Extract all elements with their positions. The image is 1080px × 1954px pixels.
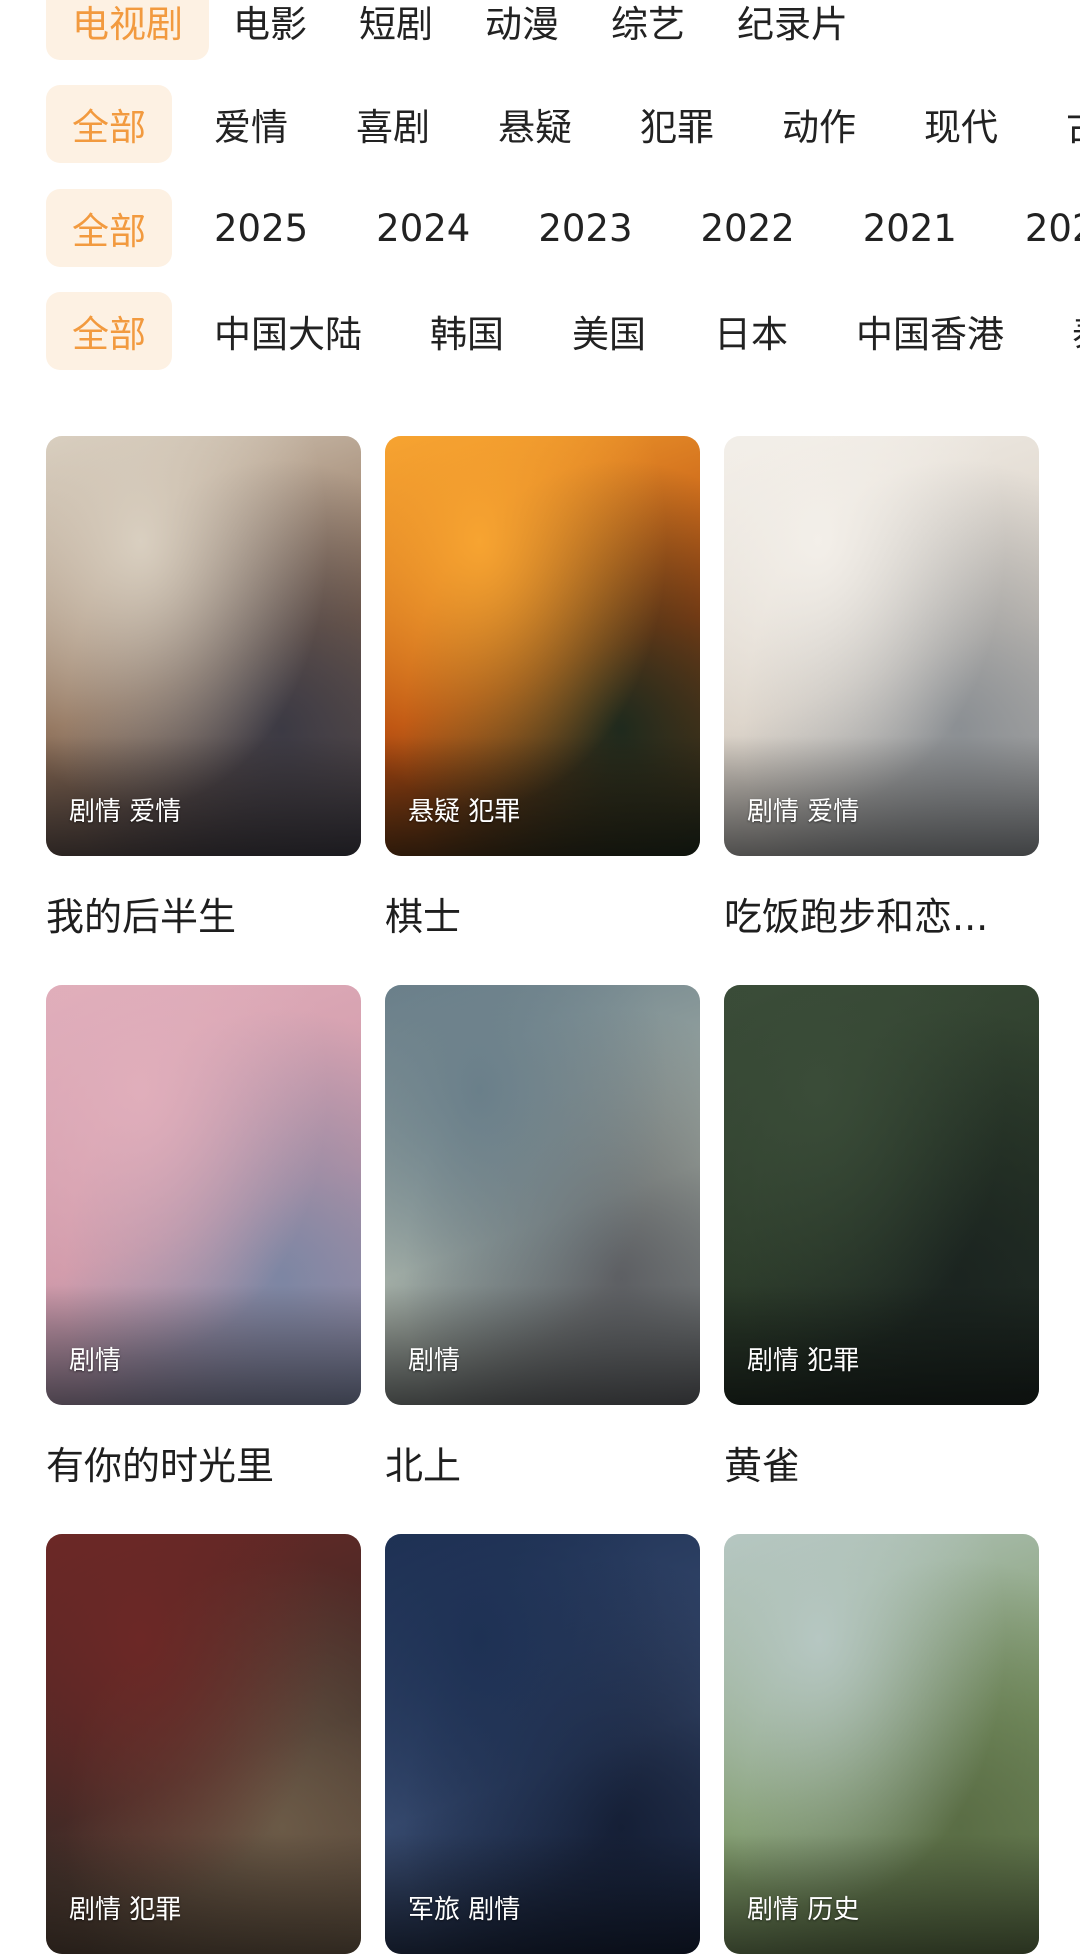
show-card[interactable]: 剧情 历史 (724, 1534, 1039, 1954)
year-chip-6[interactable]: 2020 (999, 189, 1080, 267)
region-chip-5[interactable]: 中国香港 (830, 292, 1030, 370)
genre-tags: 剧情 犯罪 (747, 1346, 860, 1376)
year-chip-0[interactable]: 全部 (46, 189, 172, 267)
genre-tags: 军旅 剧情 (408, 1895, 521, 1925)
show-card[interactable]: 剧情北上 (385, 985, 700, 1490)
year-chip-4[interactable]: 2022 (675, 189, 821, 267)
genre-tags: 剧情 爱情 (69, 797, 182, 827)
year-chip-3[interactable]: 2023 (512, 189, 658, 267)
show-poster[interactable]: 剧情 爱情 (724, 436, 1039, 856)
show-card[interactable]: 剧情有你的时光里 (46, 985, 361, 1490)
type-filter-row: 电视剧 电影 短剧 动漫 综艺 纪录片 (46, 0, 1080, 61)
genre-tags: 剧情 爱情 (747, 797, 860, 827)
region-chip-1[interactable]: 中国大陆 (188, 292, 388, 370)
show-poster[interactable]: 剧情 (46, 985, 361, 1405)
show-title[interactable]: 黄雀 (724, 1435, 1039, 1490)
show-poster[interactable]: 军旅 剧情 (385, 1534, 700, 1954)
region-chip-4[interactable]: 日本 (688, 292, 814, 370)
genre-tags: 剧情 (408, 1346, 461, 1376)
genre-tags: 悬疑 犯罪 (408, 797, 521, 827)
genre-tags: 剧情 历史 (747, 1895, 860, 1925)
type-chip-1[interactable]: 电影 (209, 0, 331, 60)
show-poster[interactable]: 剧情 犯罪 (46, 1534, 361, 1954)
show-poster[interactable]: 剧情 犯罪 (724, 985, 1039, 1405)
genre-tags: 剧情 犯罪 (69, 1895, 182, 1925)
genre-chip-6[interactable]: 现代 (898, 85, 1024, 163)
genre-chip-7[interactable]: 古代 (1040, 85, 1080, 163)
show-card[interactable]: 剧情 爱情我的后半生 (46, 436, 361, 941)
show-poster[interactable]: 悬疑 犯罪 (385, 436, 700, 856)
show-card[interactable]: 剧情 爱情吃饭跑步和恋... (724, 436, 1039, 941)
type-chip-0[interactable]: 电视剧 (46, 0, 209, 60)
show-title[interactable]: 北上 (385, 1435, 700, 1490)
show-card[interactable]: 剧情 犯罪 (46, 1534, 361, 1954)
show-card[interactable]: 剧情 犯罪黄雀 (724, 985, 1039, 1490)
year-chip-1[interactable]: 2025 (188, 189, 334, 267)
show-poster[interactable]: 剧情 爱情 (46, 436, 361, 856)
region-filter-row: 全部中国大陆韩国美国日本中国香港泰国 (46, 291, 1080, 371)
genre-chip-5[interactable]: 动作 (756, 85, 882, 163)
genre-chip-2[interactable]: 喜剧 (330, 85, 456, 163)
year-chip-5[interactable]: 2021 (837, 189, 983, 267)
show-title[interactable]: 棋士 (385, 886, 700, 941)
show-poster[interactable]: 剧情 历史 (724, 1534, 1039, 1954)
show-card[interactable]: 军旅 剧情 (385, 1534, 700, 1954)
genre-chip-3[interactable]: 悬疑 (472, 85, 598, 163)
show-title[interactable]: 有你的时光里 (46, 1435, 361, 1490)
year-filter-row: 全部2025202420232022202120202019 (46, 188, 1080, 268)
type-chip-3[interactable]: 动漫 (461, 0, 583, 60)
type-chip-5[interactable]: 纪录片 (713, 0, 872, 60)
genre-tags: 剧情 (69, 1346, 122, 1376)
type-chip-4[interactable]: 综艺 (587, 0, 709, 60)
region-chip-2[interactable]: 韩国 (404, 292, 530, 370)
genre-chip-4[interactable]: 犯罪 (614, 85, 740, 163)
genre-filter-row: 全部爱情喜剧悬疑犯罪动作现代古代 (46, 84, 1080, 164)
type-chip-2[interactable]: 短剧 (335, 0, 457, 60)
genre-chip-1[interactable]: 爱情 (188, 85, 314, 163)
show-card[interactable]: 悬疑 犯罪棋士 (385, 436, 700, 941)
genre-chip-0[interactable]: 全部 (46, 85, 172, 163)
region-chip-0[interactable]: 全部 (46, 292, 172, 370)
region-chip-3[interactable]: 美国 (546, 292, 672, 370)
year-chip-2[interactable]: 2024 (350, 189, 496, 267)
show-title[interactable]: 吃饭跑步和恋... (724, 886, 1039, 941)
show-poster[interactable]: 剧情 (385, 985, 700, 1405)
region-chip-6[interactable]: 泰国 (1046, 292, 1080, 370)
show-title[interactable]: 我的后半生 (46, 886, 361, 941)
